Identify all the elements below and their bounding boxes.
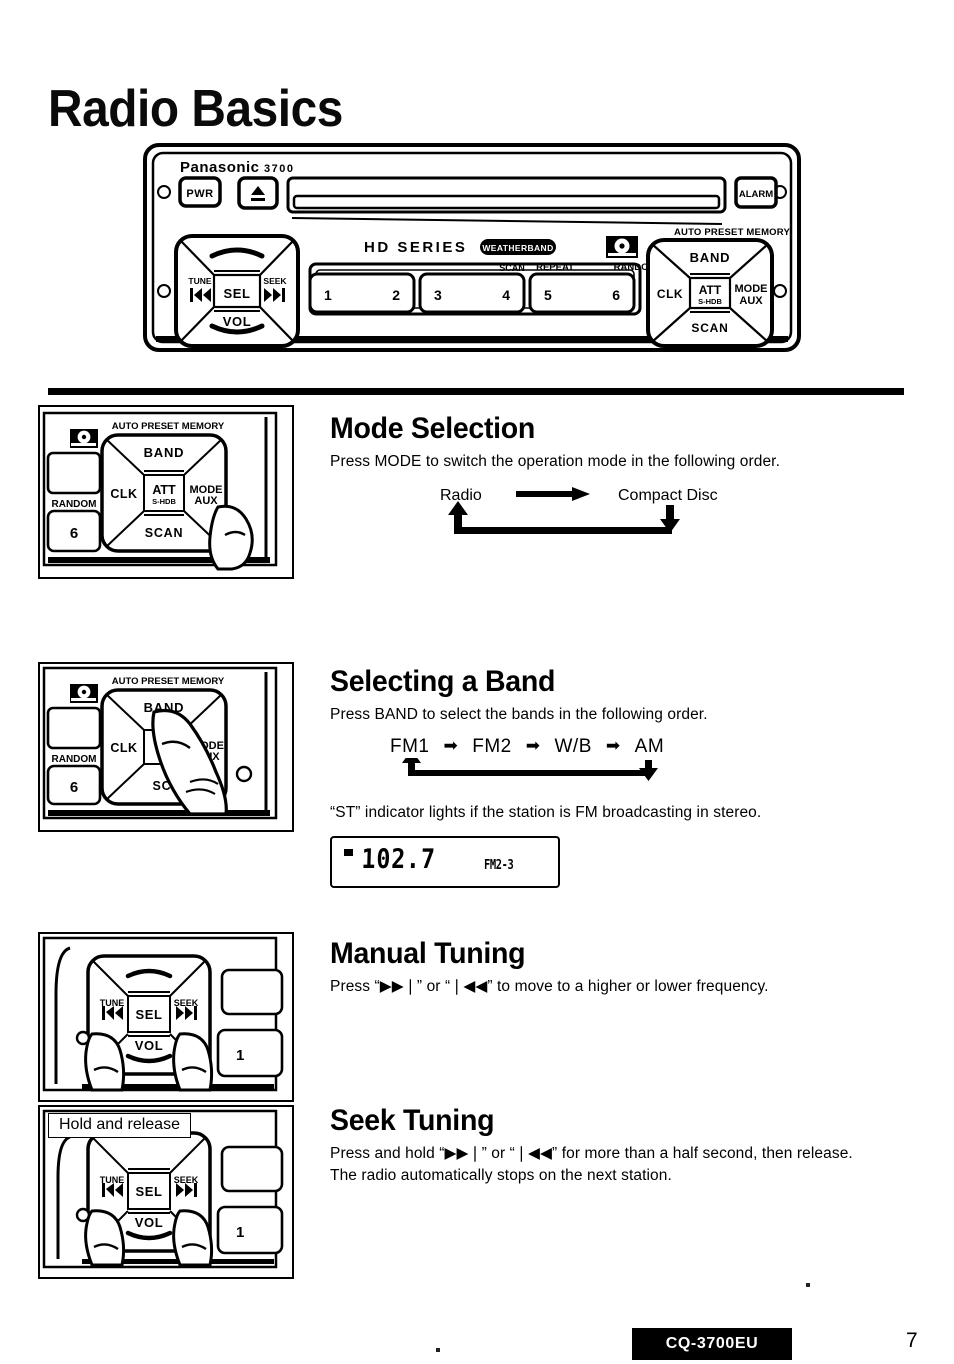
right-control-pad: BAND CLK ATT S-HDB MODE AUX SCAN (100, 433, 228, 553)
svg-text:REPEAT: REPEAT (536, 262, 574, 273)
svg-text:SEL: SEL (223, 286, 250, 301)
band-label-fm1: FM1 (390, 735, 430, 757)
section-body-seek-tuning: Press and hold “▶▶❘” or “❘◀◀” for more t… (330, 1144, 853, 1162)
section-title-selecting-a-band: Selecting a Band (330, 665, 556, 698)
svg-text:TUNE: TUNE (188, 276, 211, 286)
weatherband-badge: WEATHERBAND (480, 239, 556, 255)
manual-page: Radio Basics Panasonic 3700 PWR ALARM HD… (0, 0, 954, 1364)
disc-logo-icon (606, 236, 638, 258)
svg-text:S-HDB: S-HDB (152, 497, 176, 506)
stereo-indicator-note: “ST” indicator lights if the station is … (330, 803, 762, 821)
arrow-right-icon: ➡ (605, 736, 621, 755)
figure-selecting-a-band: RANDOM 6 AUTO PRESET MEMORY BAND CLK ODE… (38, 662, 294, 832)
page-title: Radio Basics (48, 79, 343, 138)
band-label-fm2: FM2 (472, 735, 512, 757)
band-label-am: AM (634, 735, 665, 757)
arrow-right-icon: ➡ (443, 736, 459, 755)
scan-artifact-dot (806, 1283, 810, 1287)
left-control-pad: TUNE SEL SEEK VOL (174, 234, 300, 348)
svg-text:3: 3 (434, 287, 442, 303)
svg-text:CLK: CLK (657, 287, 683, 301)
svg-text:6: 6 (612, 287, 620, 303)
svg-text:1: 1 (324, 287, 332, 303)
right-control-pad: BAND CLK ATT S-HDB MODE AUX SCAN (646, 238, 774, 348)
svg-text:S-HDB: S-HDB (698, 297, 722, 306)
svg-text:AUX: AUX (194, 495, 218, 507)
svg-text:SEL: SEL (135, 1184, 162, 1199)
svg-text:2: 2 (392, 287, 400, 303)
svg-text:AUX: AUX (739, 295, 763, 307)
svg-text:SCAN: SCAN (499, 263, 525, 273)
section-body-manual-tuning: Press “▶▶❘” or “❘◀◀” to move to a higher… (330, 977, 769, 995)
svg-text:VOL: VOL (223, 314, 252, 329)
svg-text:WEATHERBAND: WEATHERBAND (482, 243, 553, 253)
svg-text:SCAN: SCAN (145, 526, 184, 540)
svg-text:5: 5 (544, 287, 552, 303)
section-body2-seek-tuning: The radio automatically stops on the nex… (330, 1166, 672, 1184)
svg-text:SEEK: SEEK (263, 276, 287, 286)
lcd-display: 102.7 FM2-3 (330, 835, 560, 888)
svg-text:BAND: BAND (144, 445, 185, 460)
mode-flow-diagram: Radio Compact Disc (440, 486, 800, 541)
car-stereo-illustration: Panasonic 3700 PWR ALARM HD SERIES WEATH… (142, 140, 802, 358)
band-order-diagram: FM1 ➡ FM2 ➡ W/B ➡ AM (390, 736, 760, 788)
svg-text:VOL: VOL (135, 1215, 164, 1230)
svg-text:PWR: PWR (186, 188, 213, 200)
lcd-band-preset: FM2-3 (484, 857, 514, 873)
svg-text:ATT: ATT (699, 283, 722, 297)
model-footer-badge: CQ-3700EU (632, 1328, 792, 1360)
pwr-button: PWR (178, 176, 222, 208)
svg-text:AUTO PRESET MEMORY: AUTO PRESET MEMORY (112, 676, 225, 687)
model-footer-label: CQ-3700EU (665, 1335, 759, 1352)
svg-text:ATT: ATT (152, 483, 176, 497)
model-number-label: 3700 (264, 163, 294, 175)
figure-manual-tuning: 1 TUNE SEL SEEK VOL (38, 932, 294, 1102)
arrow-right-icon: ➡ (525, 736, 541, 755)
svg-text:ALARM: ALARM (739, 189, 773, 200)
scan-artifact-dot (436, 1348, 440, 1352)
svg-text:BAND: BAND (690, 250, 731, 265)
section-divider (48, 388, 904, 395)
svg-text:RANDOM: RANDOM (52, 754, 97, 765)
section-title-seek-tuning: Seek Tuning (330, 1104, 495, 1137)
svg-text:SCAN: SCAN (691, 321, 728, 335)
svg-text:CLK: CLK (110, 487, 137, 501)
band-label-wb: W/B (554, 735, 592, 757)
disc-logo-icon (70, 684, 98, 703)
figure-mode-selection: RANDOM 6 AUTO PRESET MEMORY BAND CLK ATT… (38, 405, 294, 579)
eject-button (237, 176, 279, 210)
stereo-indicator-dot (344, 848, 353, 856)
svg-text:SEL: SEL (135, 1007, 162, 1022)
alarm-button: ALARM (734, 176, 778, 209)
svg-text:6: 6 (70, 779, 78, 796)
svg-text:1: 1 (236, 1047, 244, 1064)
svg-text:CLK: CLK (110, 741, 137, 755)
brand-label: Panasonic (180, 159, 260, 176)
section-body-selecting-a-band: Press BAND to select the bands in the fo… (330, 705, 708, 723)
section-title-mode-selection: Mode Selection (330, 412, 536, 445)
figure-seek-tuning: 1 TUNE SEL SEEK VOL Hold and release (38, 1105, 294, 1279)
page-number: 7 (906, 1329, 918, 1352)
svg-text:1: 1 (236, 1224, 244, 1241)
disc-logo-icon (70, 429, 98, 448)
hd-series-label: HD SERIES (364, 239, 467, 256)
svg-text:RANDOM: RANDOM (52, 499, 97, 510)
svg-text:AUTO PRESET MEMORY: AUTO PRESET MEMORY (112, 421, 225, 432)
svg-text:6: 6 (70, 525, 78, 542)
callout-hold-and-release: Hold and release (48, 1113, 191, 1138)
svg-text:4: 4 (502, 287, 510, 303)
section-title-manual-tuning: Manual Tuning (330, 937, 526, 970)
svg-text:VOL: VOL (135, 1038, 164, 1053)
lcd-frequency: 102.7 (361, 843, 437, 875)
auto-preset-memory-label: AUTO PRESET MEMORY (674, 227, 790, 238)
section-body-mode-selection: Press MODE to switch the operation mode … (330, 452, 780, 470)
svg-text:MODE: MODE (735, 283, 768, 295)
